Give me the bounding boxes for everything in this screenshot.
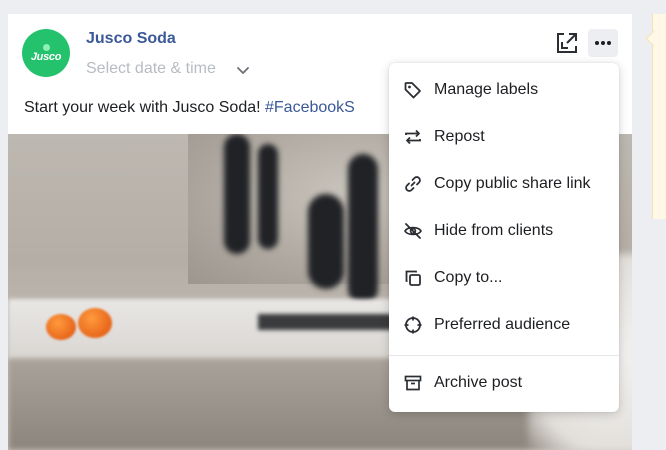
- repost-icon: [405, 129, 421, 145]
- avatar-logo-text: Jusco: [30, 50, 62, 63]
- menu-divider: [389, 355, 619, 356]
- menu-item-label: Archive post: [434, 374, 523, 391]
- caption-text: Start your week with Jusco Soda!: [24, 99, 265, 116]
- menu-item-copy-public-share-link[interactable]: Copy public share link: [389, 164, 619, 204]
- image-orange: [46, 314, 76, 340]
- target-icon: [404, 316, 422, 334]
- menu-item-label: Copy to...: [434, 269, 503, 286]
- menu-item-label: Hide from clients: [434, 222, 554, 239]
- tag-icon: [404, 82, 421, 99]
- menu-item-copy-to[interactable]: Copy to...: [389, 258, 619, 298]
- image-utensil: [348, 154, 378, 304]
- expand-icon: [557, 33, 577, 53]
- copy-icon: [405, 270, 421, 286]
- eye-off-icon: [404, 223, 422, 239]
- menu-item-repost[interactable]: Repost: [389, 117, 619, 157]
- expand-button[interactable]: [554, 30, 580, 56]
- menu-item-label: Copy public share link: [434, 175, 591, 192]
- avatar[interactable]: Jusco: [22, 29, 70, 77]
- menu-item-label: Manage labels: [434, 81, 539, 98]
- image-utensil: [258, 144, 278, 249]
- menu-item-label: Repost: [434, 128, 485, 145]
- avatar-dot: [42, 43, 50, 51]
- more-icon: [595, 41, 611, 45]
- date-time-placeholder: Select date & time: [86, 60, 216, 77]
- post-caption: Start your week with Jusco Soda! #Facebo…: [24, 99, 355, 117]
- link-icon: [405, 176, 421, 192]
- menu-item-preferred-audience[interactable]: Preferred audience: [389, 305, 619, 345]
- date-time-picker[interactable]: Select date & time: [86, 58, 250, 80]
- menu-item-hide-from-clients[interactable]: Hide from clients: [389, 211, 619, 251]
- image-utensil: [308, 194, 344, 289]
- image-utensil: [224, 134, 250, 254]
- menu-item-manage-labels[interactable]: Manage labels: [389, 70, 619, 110]
- menu-item-label: Preferred audience: [434, 316, 571, 333]
- image-orange: [78, 308, 112, 338]
- caption-hashtag[interactable]: #FacebookS: [265, 99, 355, 116]
- archive-icon: [404, 375, 422, 391]
- account-name[interactable]: Jusco Soda: [86, 30, 176, 48]
- more-options-button[interactable]: [588, 29, 618, 57]
- chevron-down-icon: [236, 67, 249, 74]
- menu-item-archive-post[interactable]: Archive post: [389, 363, 619, 403]
- post-options-menu: Manage labels Repost Copy public share l…: [389, 63, 619, 412]
